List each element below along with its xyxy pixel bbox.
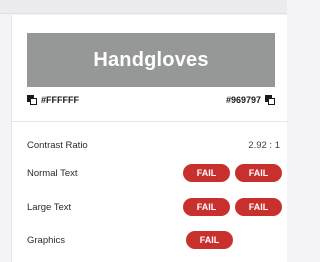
normal-text-label: Normal Text [27,167,78,179]
foreground-hex: #FFFFFF [41,95,79,105]
contrast-ratio-label: Contrast Ratio [27,139,88,151]
foreground-swatch[interactable]: #FFFFFF [27,95,79,105]
graphics-badges: FAIL [186,231,282,249]
graphics-label: Graphics [27,234,66,246]
normal-text-row: Normal Text FAIL FAIL [27,163,282,183]
top-panel-edge [0,0,287,14]
normal-text-aa-badge: FAIL [183,164,230,182]
background-swatch[interactable]: #969797 [226,95,275,105]
preview-sample-text: Handgloves [93,48,209,71]
normal-text-badges: FAIL FAIL [183,164,282,182]
contrast-preview: Handgloves [27,33,275,87]
swap-colors-icon[interactable] [265,95,275,105]
contrast-ratio-value: 2.92 : 1 [248,139,280,151]
large-text-aaa-badge: FAIL [235,198,282,216]
divider [12,121,288,122]
swap-colors-icon[interactable] [27,95,37,105]
graphics-row: Graphics FAIL [27,230,282,250]
color-swatch-row: #FFFFFF #969797 [27,93,275,107]
contrast-checker-panel: Handgloves #FFFFFF #969797 Contrast Rati… [11,15,288,262]
graphics-badge: FAIL [186,231,233,249]
large-text-row: Large Text FAIL FAIL [27,197,282,217]
large-text-badges: FAIL FAIL [183,198,282,216]
background-hex: #969797 [225,95,261,105]
large-text-label: Large Text [27,201,72,213]
contrast-ratio-row: Contrast Ratio 2.92 : 1 [27,135,282,155]
large-text-aa-badge: FAIL [183,198,230,216]
normal-text-aaa-badge: FAIL [235,164,282,182]
